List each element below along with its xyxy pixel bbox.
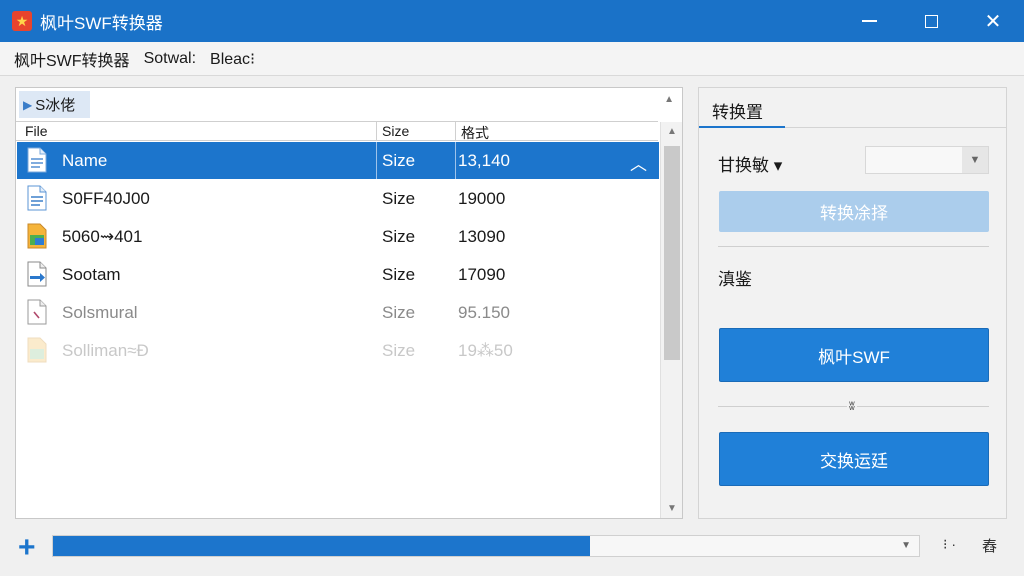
chevron-down-icon[interactable]: ▼ bbox=[901, 540, 911, 551]
file-size: Size bbox=[382, 151, 416, 170]
plus-icon[interactable]: + bbox=[18, 533, 36, 563]
document-icon bbox=[27, 147, 47, 173]
file-row[interactable]: S0FF40J00 Size 19000 bbox=[17, 180, 659, 217]
path-breadcrumb[interactable]: ▶ S冰佬 bbox=[19, 91, 90, 118]
column-header-format[interactable]: 格式 bbox=[461, 123, 489, 143]
path-label: S冰佬 bbox=[35, 97, 76, 114]
tab-conversion-settings[interactable]: 转换置 bbox=[712, 98, 763, 123]
column-header-file[interactable]: File bbox=[25, 123, 48, 139]
menu-item-software[interactable]: Sotwal: bbox=[144, 50, 196, 68]
file-size: Size bbox=[382, 227, 416, 246]
file-name: 5060⇝401 bbox=[62, 227, 143, 246]
close-icon: ✕ bbox=[984, 10, 1002, 33]
maximize-icon bbox=[924, 14, 938, 28]
file-size: Size bbox=[382, 303, 416, 322]
file-row[interactable]: Solliman≈Ɖ Size 19⁂50 bbox=[17, 332, 659, 369]
more-options-icon[interactable]: ⁝ · bbox=[943, 536, 956, 553]
file-name: Name bbox=[62, 151, 108, 170]
file-list-panel: ▶ S冰佬 ▲ File Size 格式 Name Size 13,140 ︿ bbox=[15, 87, 683, 519]
star-icon: ★ bbox=[12, 11, 32, 31]
file-name: Solliman≈Ɖ bbox=[62, 341, 149, 360]
preview-label: 滇鉴 bbox=[718, 270, 752, 289]
column-header-size[interactable]: Size bbox=[382, 123, 409, 139]
conversion-settings-panel: 转换置 甘换敏 ▾ ▼ 转换凃择 滇鉴 枫叶SWF ʬ 交换运廷 bbox=[698, 87, 1007, 519]
status-bar: + ▼ ⁝ · 舂 bbox=[0, 528, 1024, 576]
swf-button[interactable]: 枫叶SWF bbox=[719, 328, 989, 382]
chevron-down-icon[interactable]: ▼ bbox=[962, 147, 988, 173]
close-button[interactable]: ✕ bbox=[966, 0, 1020, 42]
image-file-icon bbox=[27, 223, 47, 249]
conversion-mode-dropdown[interactable]: 甘换敏 ▾ bbox=[718, 151, 782, 176]
menu-item-block[interactable]: Bleac⁝ bbox=[210, 49, 255, 69]
conversion-progress-bar: ▼ bbox=[52, 535, 920, 557]
maximize-button[interactable] bbox=[904, 0, 958, 42]
menu-item-app[interactable]: 枫叶SWF转换器 bbox=[14, 47, 130, 71]
file-row[interactable]: 5060⇝401 Size 13090 bbox=[17, 218, 659, 255]
file-size: Size bbox=[382, 189, 416, 208]
file-value: 17090 bbox=[458, 265, 506, 284]
divider-mark: ʬ bbox=[847, 399, 857, 413]
select-conversion-button[interactable]: 转换凃择 bbox=[719, 191, 989, 232]
file-list-scrollbar[interactable]: ▲ ▼ bbox=[660, 122, 682, 518]
file-list-header: File Size 格式 bbox=[16, 121, 658, 141]
format-select[interactable]: ▼ bbox=[865, 146, 989, 174]
file-value: 19000 bbox=[458, 189, 506, 208]
run-conversion-button[interactable]: 交换运廷 bbox=[719, 432, 989, 486]
scroll-up-icon[interactable]: ▲ bbox=[667, 126, 677, 137]
file-name: S0FF40J00 bbox=[62, 189, 150, 208]
chevron-up-icon[interactable]: ︿ bbox=[630, 150, 647, 175]
scroll-down-icon[interactable]: ▼ bbox=[667, 503, 677, 514]
file-size: Size bbox=[382, 341, 416, 360]
file-row[interactable]: Solsmural Size 95.150 bbox=[17, 294, 659, 331]
menu-bar: 枫叶SWF转换器 Sotwal: Bleac⁝ bbox=[0, 42, 1024, 76]
file-value: 13090 bbox=[458, 227, 506, 246]
minimize-button[interactable] bbox=[842, 0, 896, 42]
minimize-icon bbox=[861, 20, 877, 22]
arrow-file-icon bbox=[27, 261, 47, 287]
path-collapse-icon[interactable]: ▲ bbox=[664, 94, 674, 105]
title-bar: ★ 枫叶SWF转换器 ✕ bbox=[0, 0, 1024, 42]
file-value: 13,140 bbox=[458, 151, 510, 170]
document-icon bbox=[27, 185, 47, 211]
path-arrow-icon: ▶ bbox=[23, 97, 33, 112]
settings-icon[interactable]: 舂 bbox=[982, 535, 997, 556]
progress-fill bbox=[53, 536, 590, 556]
file-row[interactable]: Name Size 13,140 ︿ bbox=[17, 142, 659, 179]
file-row[interactable]: Sootam Size 17090 bbox=[17, 256, 659, 293]
file-size: Size bbox=[382, 265, 416, 284]
file-value: 95.150 bbox=[458, 303, 510, 322]
window-title: 枫叶SWF转换器 bbox=[40, 13, 163, 33]
file-name: Sootam bbox=[62, 265, 121, 284]
file-value: 19⁂50 bbox=[458, 341, 513, 360]
pen-file-icon bbox=[27, 299, 47, 325]
file-name: Solsmural bbox=[62, 303, 138, 322]
scroll-thumb[interactable] bbox=[664, 146, 680, 360]
image-file-icon bbox=[27, 337, 47, 363]
